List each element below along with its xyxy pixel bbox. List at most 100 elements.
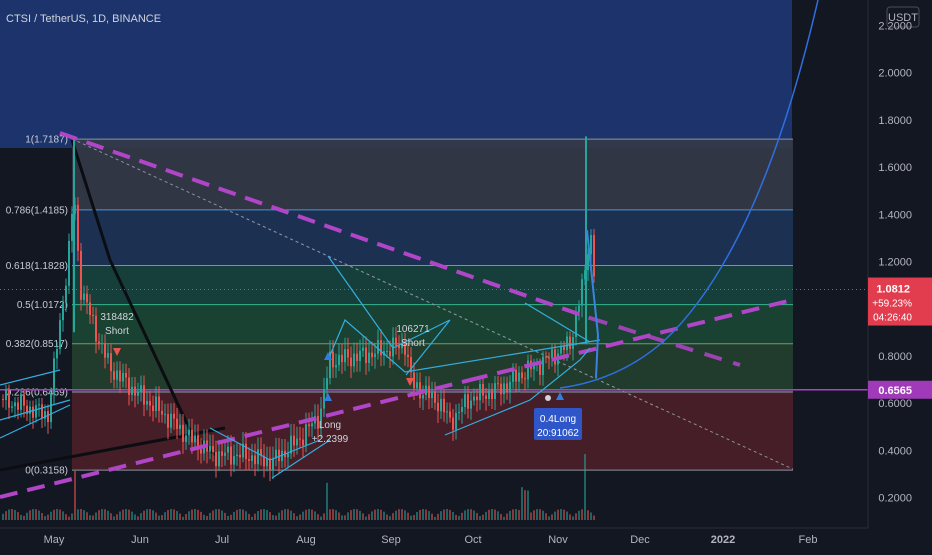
support-price-value: 0.6565	[878, 385, 912, 397]
y-tick-label: 0.8000	[878, 351, 912, 363]
volume-bar	[140, 513, 142, 520]
candle-body	[542, 356, 544, 375]
volume-bar	[557, 509, 559, 520]
annotation-long-label: 0.4Long	[540, 414, 576, 425]
volume-bar	[215, 509, 217, 520]
candle-body	[371, 352, 373, 358]
candle-body	[56, 348, 58, 359]
candle-body	[59, 320, 61, 349]
volume-bar	[329, 509, 331, 520]
volume-bar	[197, 509, 199, 520]
volume-bar	[482, 514, 484, 520]
volume-bar	[332, 509, 334, 520]
annotation-long-value: 20:91062	[537, 428, 579, 439]
volume-bar	[437, 513, 439, 520]
annotation-short-value: 106271	[396, 324, 430, 335]
volume-bar	[440, 511, 442, 520]
y-tick-label: 2.2000	[878, 21, 912, 33]
volume-bar	[473, 510, 475, 520]
volume-bar	[257, 511, 259, 520]
volume-bar	[413, 515, 415, 520]
candle-body	[395, 337, 397, 346]
candle-body	[191, 429, 193, 443]
volume-bar	[236, 509, 238, 520]
volume-bar	[443, 509, 445, 520]
candle-up	[14, 397, 16, 418]
volume-bar	[365, 516, 367, 520]
volume-bar	[149, 509, 151, 520]
volume-bar	[566, 511, 568, 520]
volume-bar	[449, 509, 451, 520]
candle-body	[524, 378, 526, 380]
candle-body	[8, 389, 10, 408]
volume-bar	[407, 512, 409, 520]
candle-body	[440, 398, 442, 412]
volume-bar	[374, 509, 376, 520]
candle-body	[449, 411, 451, 418]
volume-bar	[311, 509, 313, 520]
candle-body	[86, 293, 88, 303]
candle-body	[221, 451, 223, 456]
volume-bar	[179, 513, 181, 520]
fib-band	[72, 209, 793, 266]
candle-body	[188, 429, 190, 436]
candle-body	[446, 411, 448, 413]
volume-bar	[290, 510, 292, 520]
volume-bar	[77, 509, 79, 520]
candle-body	[224, 452, 226, 456]
volume-bar	[296, 516, 298, 520]
volume-bar	[62, 511, 64, 520]
candle-body	[353, 353, 355, 367]
volume-bar	[107, 510, 109, 520]
x-tick-label: Jun	[131, 534, 149, 546]
volume-bar	[98, 510, 100, 520]
candle-body	[257, 449, 259, 465]
volume-bar	[125, 509, 127, 520]
candle-body	[488, 390, 490, 399]
annotation-short-value: 318482	[100, 312, 134, 323]
candle-body	[434, 391, 436, 403]
candle-body	[77, 204, 79, 251]
volume-bar	[191, 509, 193, 520]
fib-level-label: 0(0.3158)	[25, 466, 68, 477]
x-tick-label: Oct	[464, 534, 481, 546]
volume-bar	[545, 513, 547, 520]
bar-countdown: 04:26:40	[873, 313, 912, 324]
candle-body	[38, 404, 40, 406]
candle-body	[233, 456, 235, 465]
candle-body	[182, 424, 184, 442]
volume-bar	[5, 511, 7, 520]
candle-body	[551, 349, 553, 358]
volume-bar	[515, 509, 517, 520]
candle-body	[305, 424, 307, 446]
volume-bar	[116, 514, 118, 520]
candle-body	[470, 400, 472, 409]
volume-bar	[398, 509, 400, 520]
x-tick-label: Nov	[548, 534, 568, 546]
candle-body	[47, 411, 49, 423]
candle-body	[377, 340, 379, 354]
volume-bar	[353, 509, 355, 520]
candle-body	[332, 351, 334, 368]
candle-body	[62, 302, 64, 321]
volume-bar	[275, 515, 277, 520]
candle-body	[416, 382, 418, 389]
volume-bar	[356, 509, 358, 520]
candle-body	[362, 347, 364, 351]
candle-body	[185, 435, 187, 442]
volume-bar	[416, 512, 418, 520]
volume-bar	[338, 512, 340, 520]
volume-bar	[497, 511, 499, 520]
candle-body	[236, 454, 238, 457]
candle-body	[209, 445, 211, 452]
candle-body	[323, 389, 325, 409]
candle-body	[11, 406, 13, 408]
candle-up	[38, 398, 40, 417]
candle-body	[293, 435, 295, 446]
candle-body	[122, 373, 124, 382]
x-tick-label: May	[44, 534, 65, 546]
fib-band	[72, 265, 793, 305]
volume-bar	[101, 509, 103, 520]
candle-body	[515, 369, 517, 382]
volume-bar	[494, 509, 496, 520]
